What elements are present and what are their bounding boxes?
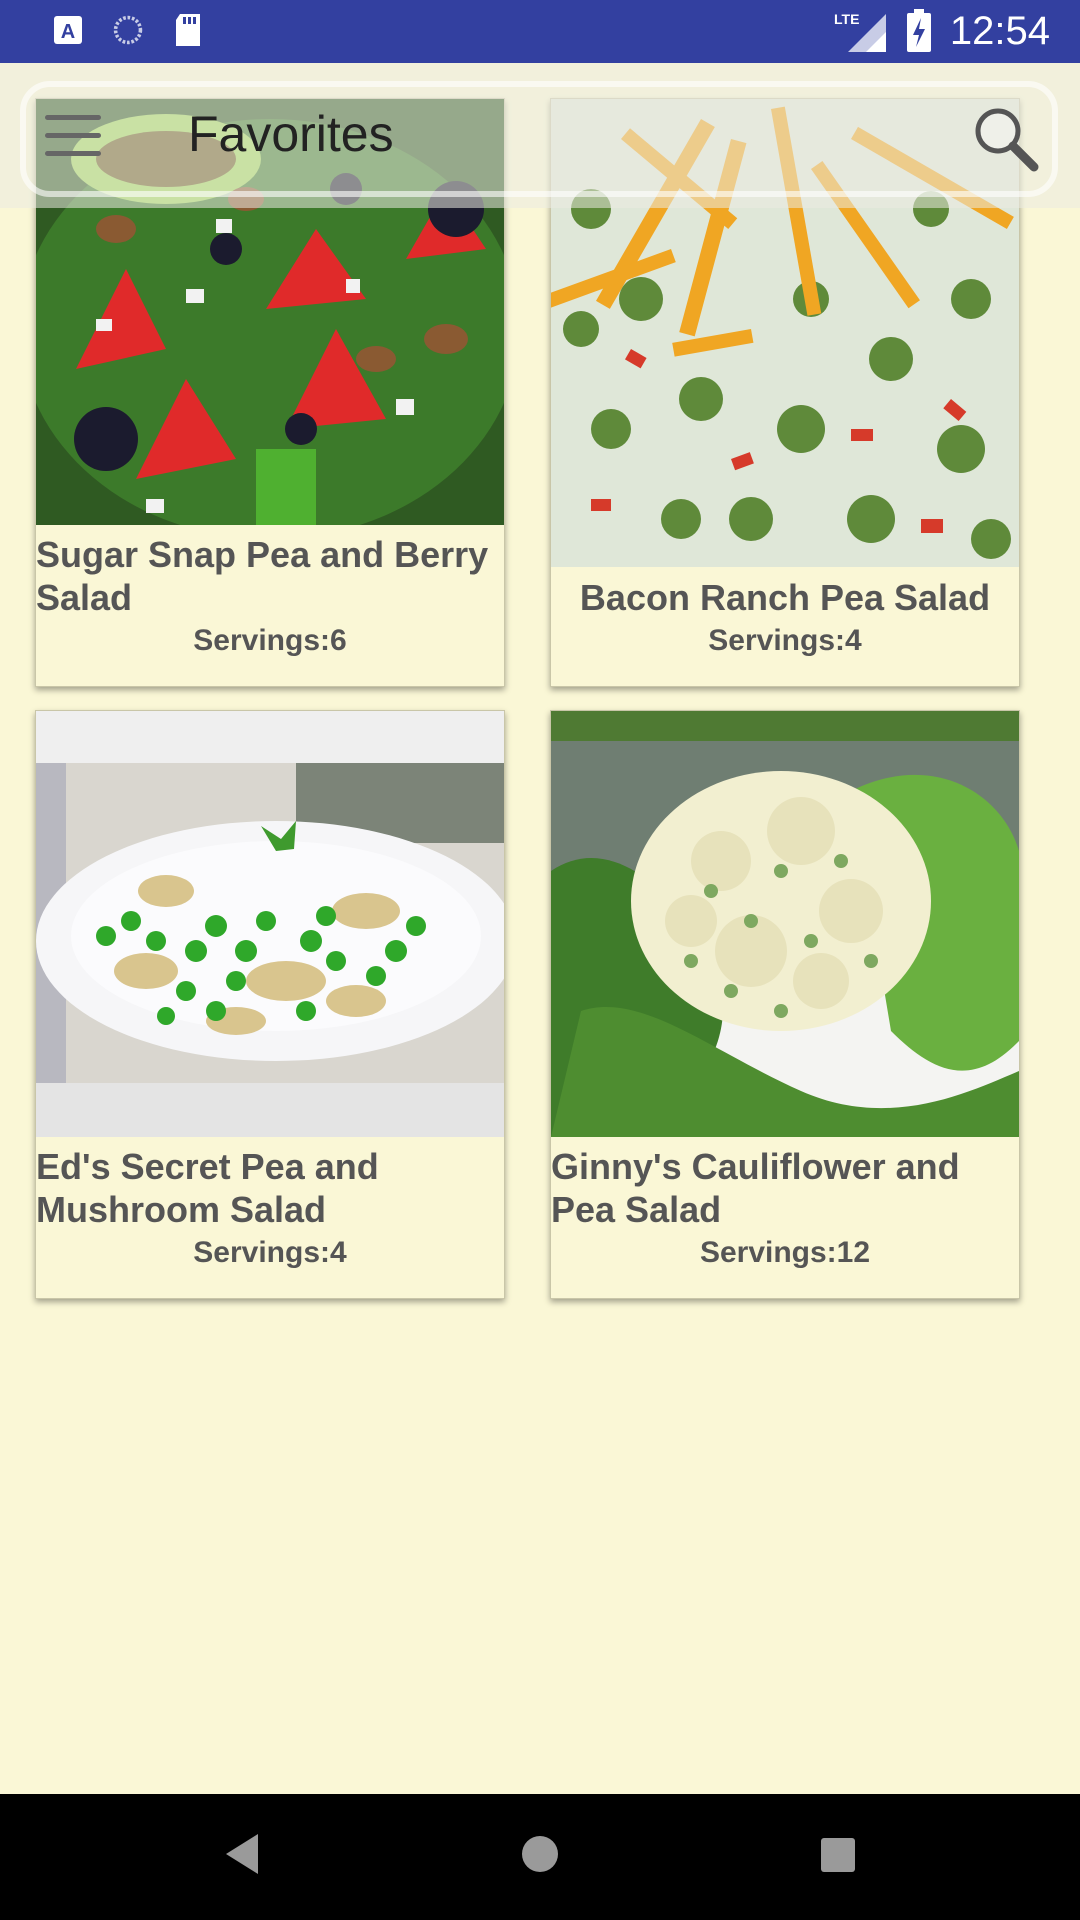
hamburger-menu-icon[interactable] [45,115,101,159]
recipe-card[interactable]: Ed's Secret Pea and Mushroom Salad Servi… [35,710,505,1299]
status-bar: A LTE 12:54 [0,0,1080,63]
home-circle-icon[interactable] [519,1830,561,1878]
page-title: Favorites [188,106,394,162]
recipe-title: Bacon Ranch Pea Salad [579,577,991,618]
navigation-bar [0,1794,1080,1920]
recipe-photo [551,711,1019,1137]
battery-charging-icon [906,9,931,52]
recipe-photo [36,711,504,1137]
app-bar-frame [20,81,1058,197]
svg-text:A: A [61,21,75,43]
lte-signal-icon: LTE [834,11,886,52]
recipe-servings: Servings:12 [699,1236,871,1269]
recipe-servings: Servings:4 [708,624,862,657]
search-icon[interactable] [970,103,1040,173]
sd-card-icon [176,14,200,46]
recipe-servings: Servings:6 [193,624,347,657]
recipe-title: Ginny's Cauliflower and Pea Salad [551,1146,960,1230]
status-right-icons: LTE 12:54 [832,8,1050,54]
recents-square-icon[interactable] [818,1830,858,1878]
status-left-icons: A [52,12,204,48]
recipe-card[interactable]: Ginny's Cauliflower and Pea Salad Servin… [550,710,1020,1299]
clock: 12:54 [949,8,1050,53]
a-notification-icon: A [54,16,82,44]
recipe-title: Sugar Snap Pea and Berry Salad [36,534,489,618]
recipe-servings: Servings:4 [193,1236,347,1269]
svg-text:LTE: LTE [834,11,859,27]
app-bar [0,63,1080,208]
sync-progress-icon [113,15,143,45]
recipe-title: Ed's Secret Pea and Mushroom Salad [36,1146,379,1230]
back-triangle-icon[interactable] [222,1830,262,1878]
